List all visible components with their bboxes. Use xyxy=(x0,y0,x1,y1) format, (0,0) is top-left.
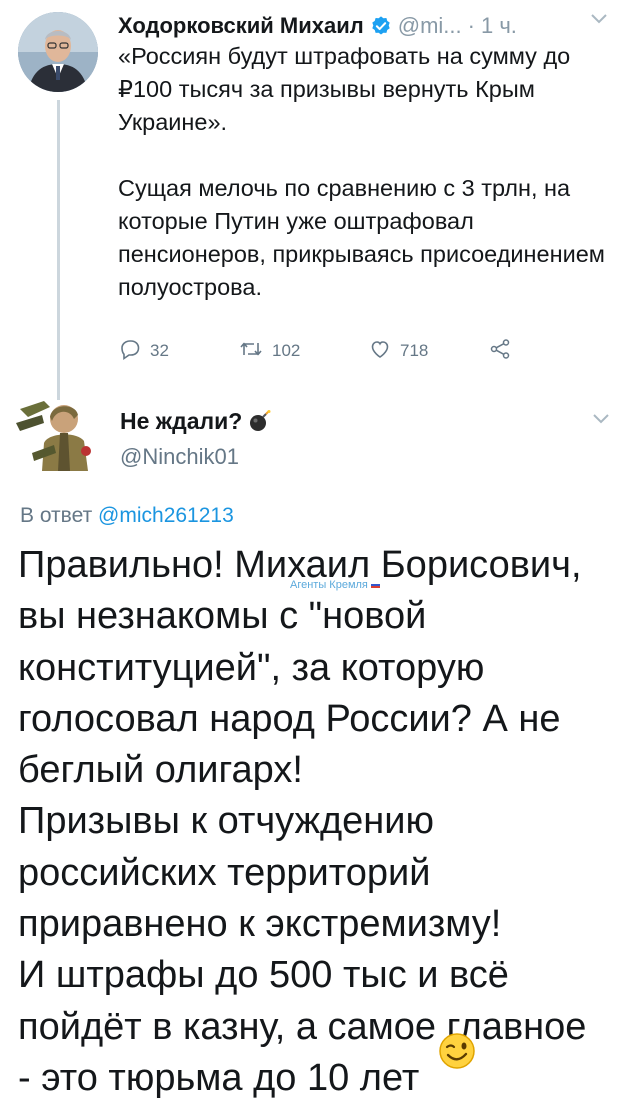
reply-line: Призывы к отчуждению xyxy=(18,800,435,843)
retweet-button[interactable]: 102 xyxy=(238,334,300,368)
reply-author-name[interactable]: Не ждали? xyxy=(120,408,242,435)
reply-to-handle-link[interactable]: @mich261213 xyxy=(98,504,234,527)
reply-line: голосовал народ России? А не xyxy=(18,697,561,740)
reply-line: беглый олигарх! xyxy=(18,749,303,792)
thread-line xyxy=(57,100,60,400)
like-icon xyxy=(368,337,400,366)
parent-avatar[interactable] xyxy=(18,12,98,92)
share-icon xyxy=(488,337,520,366)
share-button[interactable] xyxy=(488,334,520,368)
reply-line: конституцией", за которую xyxy=(18,646,485,689)
verified-icon xyxy=(370,15,392,37)
chevron-down-icon[interactable] xyxy=(590,12,608,30)
watermark-text: Агенты Кремля xyxy=(290,579,368,591)
reply-to-prefix: В ответ xyxy=(20,504,93,527)
retweet-count: 102 xyxy=(272,341,301,360)
like-button[interactable]: 718 xyxy=(368,334,428,368)
reply-line: И штрафы до 500 тыс и всё xyxy=(18,954,509,997)
reply-line: российских территорий xyxy=(18,851,431,894)
reply-author-row: Не ждали? xyxy=(120,404,272,438)
reply-handle[interactable]: @Ninchik01 xyxy=(120,444,239,470)
reply-line: - это тюрьма до 10 лет xyxy=(18,1056,420,1099)
reply-avatar[interactable] xyxy=(14,393,102,473)
retweet-icon xyxy=(238,337,272,366)
parent-paragraph: «Россиян будут штрафовать на сумму до ₽1… xyxy=(118,43,571,135)
flag-icon xyxy=(370,582,380,588)
reply-tweet-text: Правильно! Михаил Борисович, вы незнаком… xyxy=(18,540,618,1104)
parent-header: Ходорковский Михаил @mi... · 1 ч. xyxy=(118,8,618,44)
reply-icon xyxy=(118,337,150,366)
like-count: 718 xyxy=(400,341,429,360)
parent-handle[interactable]: @mi... xyxy=(398,13,462,39)
tweet-actions: 32 102 718 xyxy=(118,334,598,368)
reply-button[interactable]: 32 xyxy=(118,334,169,368)
parent-paragraph: Сущая мелочь по сравнению с 3 трлн, на к… xyxy=(118,175,605,300)
chevron-down-icon[interactable] xyxy=(592,412,610,430)
bomb-icon xyxy=(248,409,272,433)
meta-separator: · xyxy=(467,13,475,38)
parent-time[interactable]: 1 ч. xyxy=(481,13,517,39)
parent-author-name[interactable]: Ходорковский Михаил xyxy=(118,13,364,39)
wink-emoji-icon xyxy=(438,1032,476,1070)
reply-to-line: В ответ @mich261213 xyxy=(20,504,234,528)
parent-tweet-text: «Россиян будут штрафовать на сумму до ₽1… xyxy=(118,40,608,304)
watermark: Агенты Кремля xyxy=(290,579,380,591)
reply-line: пойдёт в казну, а самое главное xyxy=(18,1005,587,1048)
reply-line: вы незнакомы с "новой xyxy=(18,595,427,638)
reply-line: приравнено к экстремизму! xyxy=(18,903,502,946)
reply-count: 32 xyxy=(150,341,169,360)
